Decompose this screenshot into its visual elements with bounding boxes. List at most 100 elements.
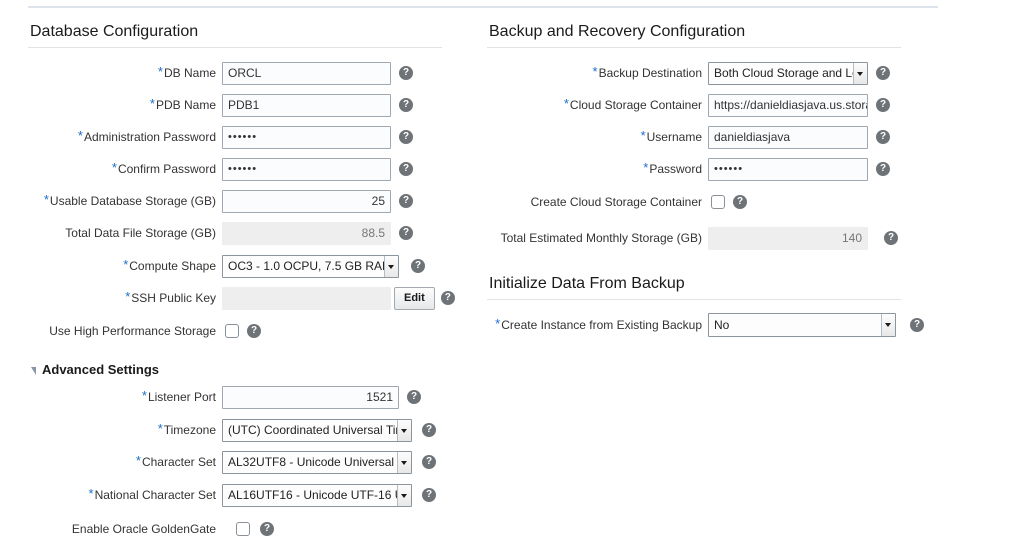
field-row-high-performance-storage: Use High Performance Storage ?: [28, 319, 448, 343]
compute-shape-selected-value: OC3 - 1.0 OCPU, 7.5 GB RAM: [228, 258, 393, 273]
left-column: Database Configuration *DB Name ORCL ? *…: [0, 0, 470, 551]
administration-password-label: *Administration Password: [77, 128, 216, 144]
field-row-compute-shape: *Compute Shape OC3 - 1.0 OCPU, 7.5 GB RA…: [28, 254, 468, 278]
administration-password-help-icon[interactable]: ?: [399, 130, 413, 144]
backup-recovery-section: Backup and Recovery Configuration: [487, 22, 901, 48]
field-row-cloud-storage-container: *Cloud Storage Container https://danield…: [487, 93, 917, 117]
character-set-label: *Character Set: [135, 453, 216, 469]
national-character-set-help-icon[interactable]: ?: [422, 488, 436, 502]
database-configuration-title: Database Configuration: [30, 23, 199, 40]
create-instance-from-existing-backup-label: *Create Instance from Existing Backup: [495, 316, 702, 332]
chevron-down-icon[interactable]: [397, 451, 411, 473]
chevron-down-icon[interactable]: [881, 314, 895, 336]
total-data-file-storage-help-icon[interactable]: ?: [399, 226, 413, 240]
password-label: *Password: [643, 160, 702, 176]
high-performance-storage-help-icon[interactable]: ?: [247, 324, 261, 338]
listener-port-input[interactable]: 1521: [222, 385, 399, 409]
administration-password-input[interactable]: ••••••: [222, 125, 391, 149]
initialize-data-from-backup-title: Initialize Data From Backup: [489, 275, 685, 292]
national-character-set-select[interactable]: AL16UTF16 - Unicode UTF-16 Universal cha…: [222, 483, 412, 507]
timezone-select[interactable]: (UTC) Coordinated Universal Time: [222, 418, 412, 442]
create-instance-from-existing-backup-select[interactable]: No: [708, 313, 896, 337]
cloud-storage-container-help-icon[interactable]: ?: [876, 98, 890, 112]
enable-goldengate-label: Enable Oracle GoldenGate: [71, 522, 216, 536]
create-cloud-storage-container-help-icon[interactable]: ?: [733, 195, 747, 209]
timezone-help-icon[interactable]: ?: [422, 423, 436, 437]
pdb-name-label: *PDB Name: [149, 96, 216, 112]
backup-recovery-divider: [487, 47, 901, 48]
usable-database-storage-label: *Usable Database Storage (GB): [43, 192, 216, 208]
field-row-timezone: *Timezone (UTC) Coordinated Universal Ti…: [28, 418, 478, 442]
cloud-storage-container-label: *Cloud Storage Container: [563, 96, 702, 112]
confirm-password-help-icon[interactable]: ?: [399, 162, 413, 176]
chevron-down-icon[interactable]: [853, 62, 867, 84]
pdb-name-input[interactable]: PDB1: [222, 93, 391, 117]
compute-shape-select[interactable]: OC3 - 1.0 OCPU, 7.5 GB RAM: [222, 254, 399, 278]
backup-destination-select[interactable]: Both Cloud Storage and Local Storage: [708, 61, 868, 85]
compute-shape-label: *Compute Shape: [123, 257, 216, 273]
usable-database-storage-help-icon[interactable]: ?: [399, 194, 413, 208]
high-performance-storage-label: Use High Performance Storage: [49, 324, 216, 338]
total-data-file-storage-value: 88.5: [222, 221, 391, 245]
disclosure-triangle-icon[interactable]: [31, 366, 36, 375]
database-configuration-section: Database Configuration: [28, 22, 442, 48]
character-set-select[interactable]: AL32UTF8 - Unicode Universal character s…: [222, 450, 412, 474]
ssh-public-key-help-icon[interactable]: ?: [440, 291, 455, 305]
usable-database-storage-input[interactable]: 25: [222, 189, 391, 213]
enable-goldengate-checkbox[interactable]: [236, 522, 250, 536]
field-row-usable-database-storage: *Usable Database Storage (GB) 25 ?: [28, 189, 448, 213]
ssh-public-key-label: *SSH Public Key: [125, 289, 216, 305]
create-cloud-storage-container-label: Create Cloud Storage Container: [530, 195, 702, 209]
backup-recovery-title: Backup and Recovery Configuration: [489, 23, 746, 40]
chevron-down-icon[interactable]: [384, 255, 398, 277]
cloud-storage-container-input[interactable]: https://danieldiasjava.us.storage.oracle…: [708, 93, 868, 117]
character-set-selected-value: AL32UTF8 - Unicode Universal character s…: [228, 454, 411, 469]
username-label: *Username: [640, 128, 702, 144]
field-row-pdb-name: *PDB Name PDB1 ?: [28, 93, 448, 117]
password-input[interactable]: ••••••: [708, 157, 868, 181]
listener-port-label: *Listener Port: [141, 388, 216, 404]
field-row-national-character-set: *National Character Set AL16UTF16 - Unic…: [28, 483, 478, 507]
ssh-public-key-edit-button[interactable]: Edit: [394, 286, 435, 310]
field-row-username: *Username danieldiasjava ?: [487, 125, 917, 149]
backup-destination-label: *Backup Destination: [592, 64, 702, 80]
field-row-listener-port: *Listener Port 1521 ?: [28, 385, 458, 409]
db-name-label: *DB Name: [157, 64, 216, 80]
create-instance-from-existing-backup-help-icon[interactable]: ?: [910, 318, 924, 332]
chevron-down-icon[interactable]: [397, 484, 411, 506]
listener-port-help-icon[interactable]: ?: [407, 390, 421, 404]
field-row-db-name: *DB Name ORCL ?: [28, 61, 448, 85]
total-estimated-monthly-storage-value: 140: [708, 226, 868, 250]
ssh-public-key-input[interactable]: [222, 286, 391, 310]
national-character-set-selected-value: AL16UTF16 - Unicode UTF-16 Universal cha…: [228, 487, 411, 502]
field-row-administration-password: *Administration Password •••••• ?: [28, 125, 448, 149]
national-character-set-label: *National Character Set: [88, 486, 216, 502]
field-row-ssh-public-key: *SSH Public Key Edit ?: [28, 286, 488, 310]
chevron-down-icon[interactable]: [397, 419, 411, 441]
db-name-help-icon[interactable]: ?: [399, 66, 413, 80]
advanced-settings-title: Advanced Settings: [42, 362, 160, 377]
total-estimated-monthly-storage-label: Total Estimated Monthly Storage (GB): [500, 231, 702, 245]
backup-destination-help-icon[interactable]: ?: [876, 66, 890, 80]
field-row-create-instance-from-existing-backup: *Create Instance from Existing Backup No…: [487, 313, 947, 337]
password-help-icon[interactable]: ?: [876, 162, 890, 176]
confirm-password-label: *Confirm Password: [111, 160, 216, 176]
confirm-password-input[interactable]: ••••••: [222, 157, 391, 181]
database-configuration-divider: [28, 47, 442, 48]
initialize-data-from-backup-divider: [487, 299, 901, 300]
advanced-settings-toggle[interactable]: Advanced Settings: [31, 362, 159, 377]
character-set-help-icon[interactable]: ?: [422, 455, 436, 469]
create-cloud-storage-container-checkbox[interactable]: [711, 195, 725, 209]
pdb-name-help-icon[interactable]: ?: [399, 98, 413, 112]
high-performance-storage-checkbox[interactable]: [225, 324, 239, 338]
username-input[interactable]: danieldiasjava: [708, 125, 868, 149]
enable-goldengate-help-icon[interactable]: ?: [260, 522, 274, 536]
total-estimated-monthly-storage-help-icon[interactable]: ?: [884, 231, 898, 245]
field-row-character-set: *Character Set AL32UTF8 - Unicode Univer…: [28, 450, 478, 474]
field-row-backup-destination: *Backup Destination Both Cloud Storage a…: [487, 61, 917, 85]
create-instance-from-existing-backup-selected-value: No: [714, 318, 730, 332]
username-help-icon[interactable]: ?: [876, 130, 890, 144]
db-name-input[interactable]: ORCL: [222, 61, 391, 85]
compute-shape-help-icon[interactable]: ?: [411, 259, 425, 273]
field-row-create-cloud-storage-container: Create Cloud Storage Container ?: [487, 190, 917, 214]
